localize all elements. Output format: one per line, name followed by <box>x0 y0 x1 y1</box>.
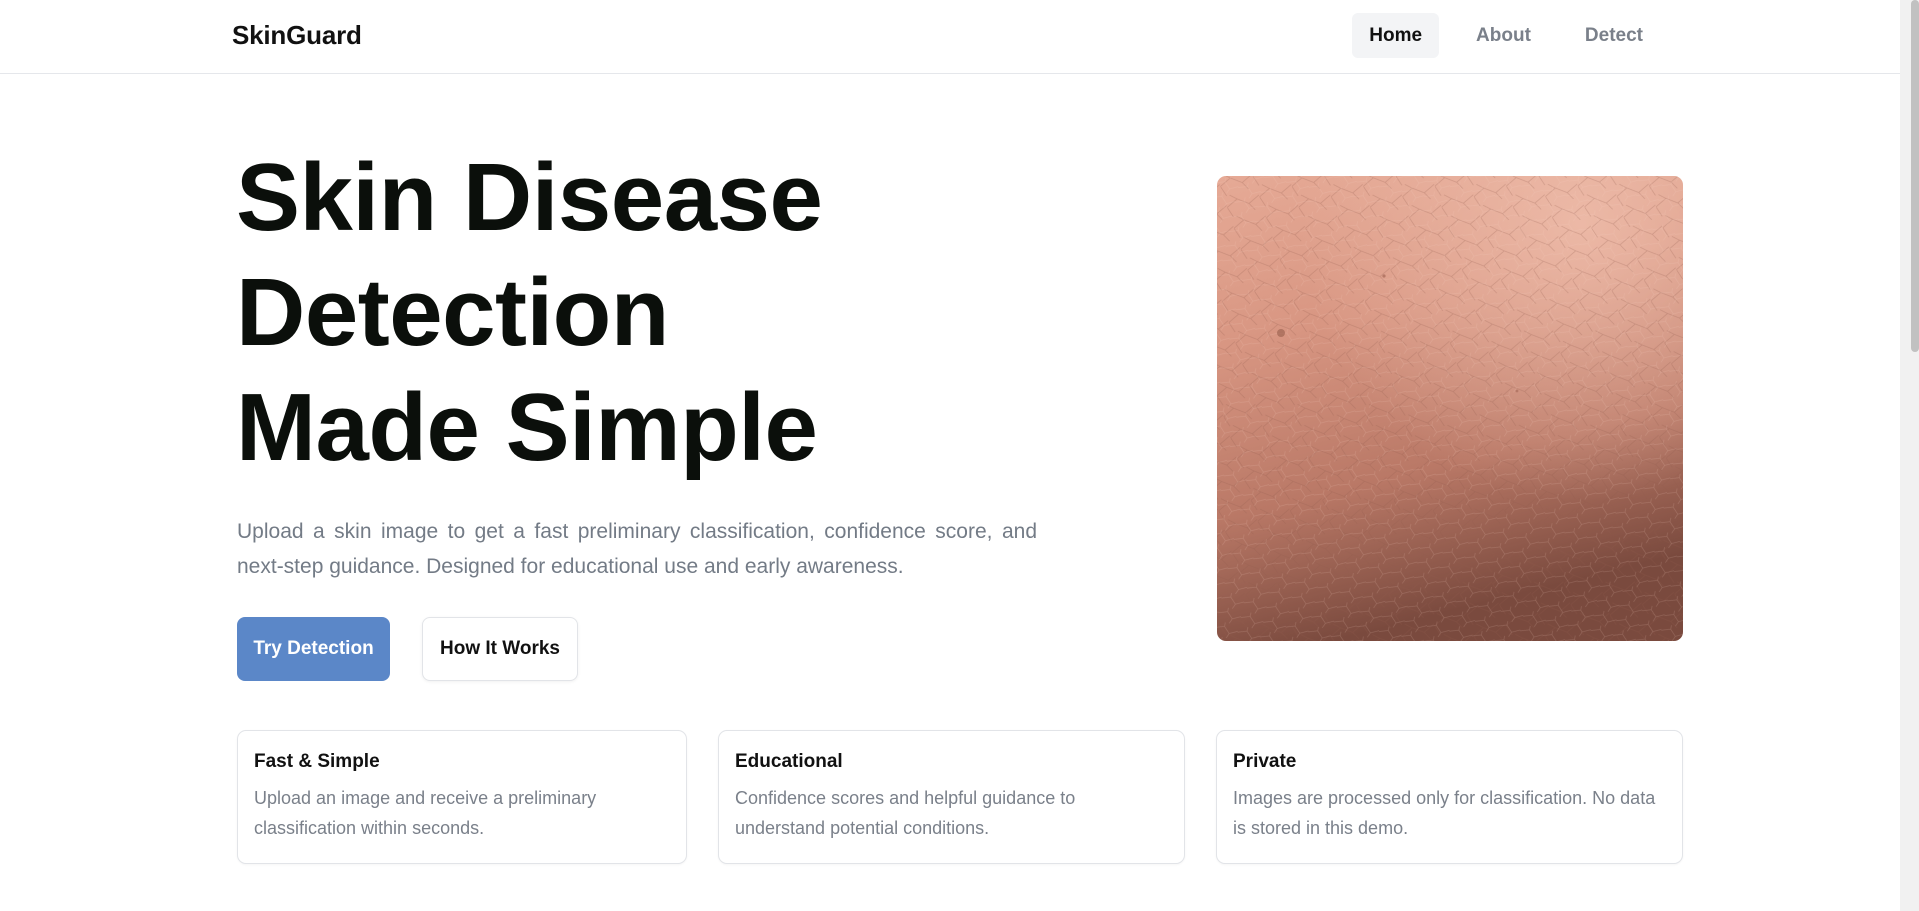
feature-title: Educational <box>735 751 843 772</box>
hero-title-line-1: Skin Disease <box>236 144 823 251</box>
skin-texture-graphic <box>1217 176 1683 641</box>
feature-text: Images are processed only for classifica… <box>1233 788 1656 838</box>
nav-detect[interactable]: Detect <box>1568 13 1660 58</box>
nav-about[interactable]: About <box>1459 13 1548 58</box>
scrollbar-thumb[interactable] <box>1911 0 1919 352</box>
top-navbar: SkinGuard Home About Detect <box>0 0 1900 74</box>
brand-logo[interactable]: SkinGuard <box>232 20 362 51</box>
main-nav: Home About Detect <box>1352 13 1660 58</box>
skin-texture-image <box>1217 176 1683 641</box>
hero-title-line-2: Detection <box>236 259 669 366</box>
feature-title: Private <box>1233 751 1297 772</box>
feature-text: Confidence scores and helpful guidance t… <box>735 788 1076 838</box>
hero-subtitle: Upload a skin image to get a fast prelim… <box>237 520 1037 578</box>
try-detection-button[interactable]: Try Detection <box>237 617 390 681</box>
feature-card-educational: Educational Confidence scores and helpfu… <box>718 730 1185 864</box>
how-it-works-button[interactable]: How It Works <box>422 617 578 681</box>
feature-card-private: Private Images are processed only for cl… <box>1216 730 1683 864</box>
feature-text: Upload an image and receive a preliminar… <box>254 788 597 838</box>
feature-card-fast: Fast & Simple Upload an image and receiv… <box>237 730 687 864</box>
hero-title-line-3: Made Simple <box>236 374 818 481</box>
hero-title: Skin Disease Detection Made Simple <box>236 140 1116 485</box>
feature-title: Fast & Simple <box>254 751 380 772</box>
nav-home[interactable]: Home <box>1352 13 1440 58</box>
